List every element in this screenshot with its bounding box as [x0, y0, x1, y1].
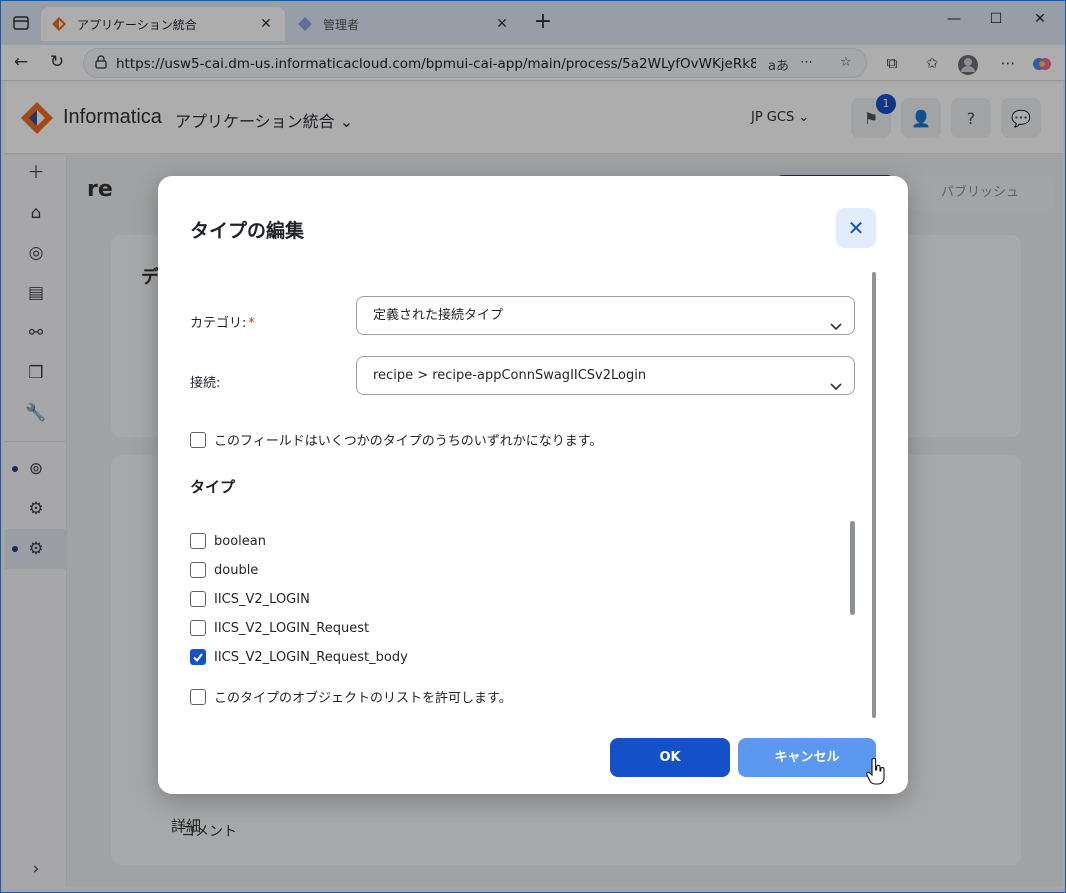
type-checkbox-checked[interactable] — [190, 649, 206, 665]
allow-list-checkbox[interactable] — [190, 688, 206, 705]
category-label-text: カテゴリ: — [190, 316, 247, 331]
connection-value: recipe > recipe-appConnSwagIICSv2Login — [373, 368, 647, 383]
type-option[interactable]: IICS_V2_LOGIN_Request_body — [190, 649, 408, 665]
type-label: IICS_V2_LOGIN — [214, 591, 310, 607]
connection-select[interactable]: recipe > recipe-appConnSwagIICSv2Login — [356, 356, 855, 395]
category-label: カテゴリ: * — [190, 312, 255, 331]
multi-type-checkbox[interactable] — [190, 431, 206, 448]
type-label: IICS_V2_LOGIN_Request — [214, 620, 370, 636]
category-value: 定義された接続タイプ — [373, 308, 504, 323]
ok-button[interactable]: OK — [610, 738, 730, 777]
multi-type-option[interactable]: このフィールドはいくつかのタイプのうちのいずれかになります。 — [190, 430, 602, 449]
type-label: boolean — [214, 533, 266, 549]
dialog-close-icon[interactable]: ✕ — [836, 208, 876, 248]
allow-list-label: このタイプのオブジェクトのリストを許可します。 — [214, 691, 512, 706]
dialog-title: タイプの編集 — [190, 220, 305, 242]
chevron-down-icon — [830, 370, 842, 391]
checkmark-icon — [193, 653, 203, 663]
type-checkbox[interactable] — [190, 562, 206, 578]
type-checkbox[interactable] — [190, 620, 206, 636]
type-label: double — [214, 562, 259, 578]
type-option[interactable]: IICS_V2_LOGIN_Request — [190, 620, 369, 636]
required-asterisk: * — [248, 316, 255, 331]
chevron-down-icon — [830, 310, 842, 331]
dialog-scrollbar-thumb[interactable] — [872, 272, 876, 718]
type-option[interactable]: IICS_V2_LOGIN — [190, 591, 310, 607]
type-label: IICS_V2_LOGIN_Request_body — [214, 649, 408, 665]
connection-label: 接続: — [190, 376, 221, 391]
category-select[interactable]: 定義された接続タイプ — [356, 296, 855, 335]
edit-type-dialog: タイプの編集 ✕ カテゴリ: * 定義された接続タイプ 接続: recipe > … — [158, 176, 908, 794]
type-option[interactable]: double — [190, 562, 258, 578]
types-heading: タイプ — [190, 478, 236, 496]
type-checkbox[interactable] — [190, 591, 206, 607]
type-option[interactable]: boolean — [190, 533, 266, 549]
hand-cursor-icon — [866, 757, 886, 786]
types-scrollbar-thumb[interactable] — [850, 521, 855, 615]
multi-type-label: このフィールドはいくつかのタイプのうちのいずれかになります。 — [214, 434, 603, 449]
cancel-button[interactable]: キャンセル — [738, 738, 876, 777]
allow-list-option[interactable]: このタイプのオブジェクトのリストを許可します。 — [190, 687, 512, 706]
type-checkbox[interactable] — [190, 533, 206, 549]
